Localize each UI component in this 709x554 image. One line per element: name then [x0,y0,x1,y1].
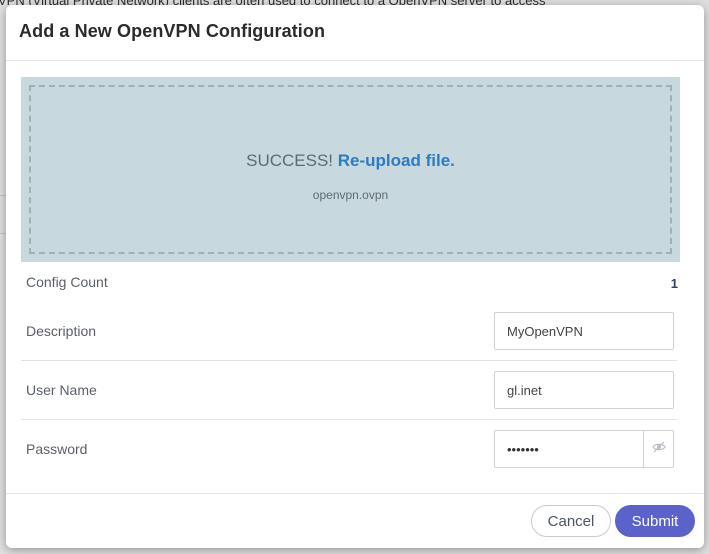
upload-dashed-border: SUCCESS! Re-upload file. openvpn.ovpn [29,85,672,254]
config-count-value: 1 [670,276,678,291]
dialog-footer: Cancel Submit [6,493,704,548]
description-input[interactable] [494,312,674,350]
password-label: Password [26,441,88,457]
show-password-toggle[interactable] [643,431,673,467]
eye-icon [651,440,666,458]
config-count-label: Config Count [26,274,108,290]
password-input[interactable] [495,431,643,467]
description-row: Description [21,302,677,361]
config-count-row: Config Count 1 [21,262,678,302]
password-row: Password [21,420,677,478]
password-field [494,430,674,468]
cancel-button[interactable]: Cancel [531,505,611,537]
upload-status-line: SUCCESS! Re-upload file. [31,151,670,171]
file-upload-zone[interactable]: SUCCESS! Re-upload file. openvpn.ovpn [21,77,680,262]
dialog-title: Add a New OpenVPN Configuration [19,21,326,41]
uploaded-filename: openvpn.ovpn [312,188,389,202]
dialog-header: Add a New OpenVPN Configuration [6,5,704,61]
username-label: User Name [26,382,97,398]
reupload-file-link[interactable]: Re-upload file. [338,151,455,170]
description-label: Description [26,323,97,339]
username-row: User Name [21,361,677,420]
upload-success-text: SUCCESS! [246,151,334,170]
username-input[interactable] [494,371,674,409]
submit-button[interactable]: Submit [615,505,695,537]
add-openvpn-config-dialog: Add a New OpenVPN Configuration SUCCESS!… [6,5,704,548]
